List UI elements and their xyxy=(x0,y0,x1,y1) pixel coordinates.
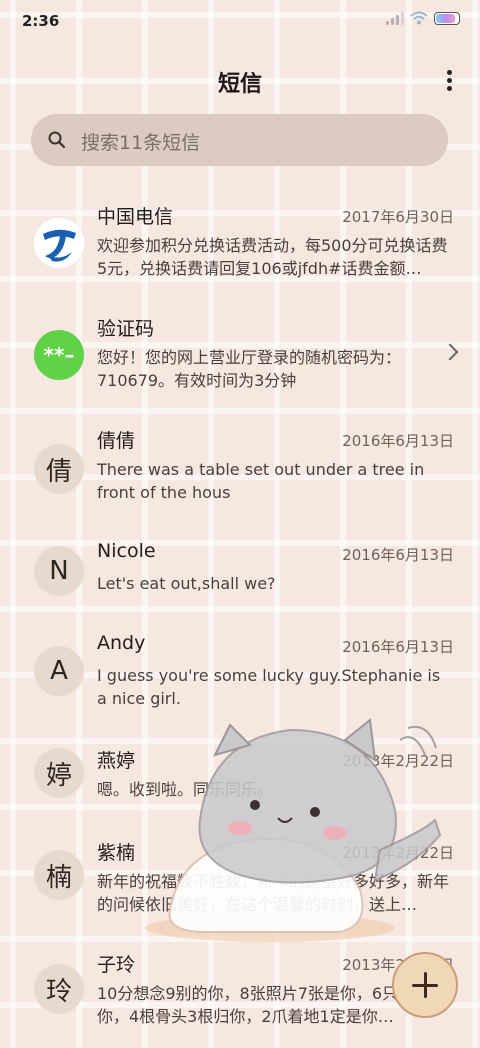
conversation-date: 2017年6月30日 xyxy=(342,208,454,226)
app-header: 短信 xyxy=(0,56,480,100)
china-telecom-logo-icon xyxy=(34,218,84,268)
conversation-date: 2016年6月13日 xyxy=(342,638,454,656)
conversation-preview: There was a table set out under a tree i… xyxy=(97,460,425,502)
page-title: 短信 xyxy=(217,72,262,97)
conversation-preview: 新年的祝福数不胜数，新年的愿望好多好多，新年的问候依旧美好，在这个温馨的时刻，送… xyxy=(97,872,450,914)
conversation-date: 2016年6月13日 xyxy=(342,546,454,564)
status-time: 2:36 xyxy=(22,12,60,30)
conversation-name: 子玲 xyxy=(97,954,136,976)
conversation-preview: I guess you're some lucky guy.Stephanie … xyxy=(97,666,441,708)
avatar: 楠 xyxy=(34,850,84,900)
conversation-name: 燕婷 xyxy=(97,750,136,772)
conversation-preview: 嗯。收到啦。同乐同乐。 xyxy=(97,780,274,799)
conversation-item[interactable]: A Andy 2016年6月13日 I guess you're some lu… xyxy=(0,620,480,732)
conversation-preview: 您好！您的网上营业厅登录的随机密码为：710679。有效时间为3分钟 xyxy=(97,348,402,390)
chevron-right-icon[interactable] xyxy=(441,343,459,361)
avatar: A xyxy=(34,646,84,696)
conversation-name: 紫楠 xyxy=(97,842,136,864)
signal-icon xyxy=(386,11,404,25)
more-options-icon[interactable] xyxy=(444,68,454,92)
conversation-name: 中国电信 xyxy=(97,206,174,228)
conversation-item[interactable]: 楠 紫楠 2013年2月22日 新年的祝福数不胜数，新年的愿望好多好多，新年的问… xyxy=(0,826,480,936)
conversation-name: 验证码 xyxy=(97,318,155,340)
wifi-icon xyxy=(410,11,428,25)
conversation-name: Andy xyxy=(97,632,146,654)
conversation-date: 2013年2月22日 xyxy=(342,752,454,770)
search-bar[interactable]: 搜索11条短信 xyxy=(31,114,448,166)
conversation-name: Nicole xyxy=(97,540,156,562)
conversation-date: 2013年2月22日 xyxy=(342,844,454,862)
status-icons xyxy=(386,11,460,25)
search-placeholder: 搜索11条短信 xyxy=(81,132,201,154)
avatar: 玲 xyxy=(34,964,84,1014)
new-message-button[interactable] xyxy=(392,952,458,1018)
avatar: N xyxy=(34,546,84,596)
avatar: 婷 xyxy=(34,748,84,798)
avatar: 倩 xyxy=(34,444,84,494)
conversation-item[interactable]: **– 验证码 您好！您的网上营业厅登录的随机密码为：710679。有效时间为3… xyxy=(0,302,480,414)
conversation-item[interactable]: 倩 倩倩 2016年6月13日 There was a table set ou… xyxy=(0,414,480,526)
conversation-preview: 欢迎参加积分兑换话费活动，每500分可兑换话费5元，兑换话费请回复106或jfd… xyxy=(97,236,448,278)
status-bar: 2:36 xyxy=(0,0,480,44)
conversation-date: 2016年6月13日 xyxy=(342,432,454,450)
conversation-item[interactable]: 中国电信 2017年6月30日 欢迎参加积分兑换话费活动，每500分可兑换话费5… xyxy=(0,190,480,302)
conversation-name: 倩倩 xyxy=(97,430,136,452)
conversation-item[interactable]: 婷 燕婷 2013年2月22日 嗯。收到啦。同乐同乐。 xyxy=(0,734,480,824)
battery-icon xyxy=(434,11,460,25)
conversation-preview: Let's eat out,shall we? xyxy=(97,574,276,593)
verification-code-avatar: **– xyxy=(34,330,84,380)
search-icon xyxy=(48,131,66,149)
conversation-item[interactable]: N Nicole 2016年6月13日 Let's eat out,shall … xyxy=(0,528,480,618)
